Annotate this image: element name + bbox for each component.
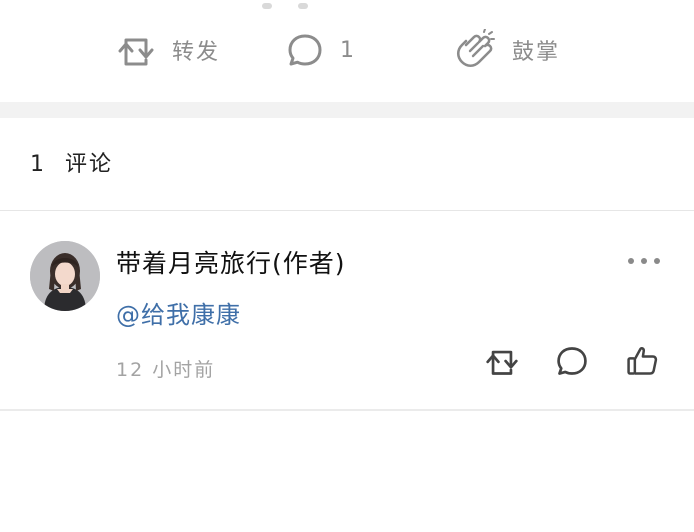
post-action-bar: 转发 1 鼓掌 bbox=[0, 0, 694, 102]
comments-header: 1 评论 bbox=[30, 146, 113, 178]
comment-button[interactable]: 1 bbox=[286, 27, 356, 73]
thumbs-up-icon bbox=[625, 344, 659, 382]
repost-icon bbox=[116, 31, 156, 69]
clap-label: 鼓掌 bbox=[512, 40, 561, 65]
dot bbox=[641, 258, 647, 264]
dot bbox=[628, 258, 634, 264]
comment-bubble-icon bbox=[286, 31, 324, 69]
clap-button[interactable]: 鼓掌 bbox=[454, 27, 560, 73]
repost-label: 转发 bbox=[172, 40, 221, 65]
comment-author[interactable]: 带着月亮旅行(作者) bbox=[116, 244, 346, 280]
dot bbox=[654, 258, 660, 264]
comment-repost-button[interactable] bbox=[484, 345, 520, 381]
comment-mention-link[interactable]: @给我康康 bbox=[116, 295, 241, 330]
comment-count: 1 bbox=[340, 37, 356, 63]
comment-like-button[interactable] bbox=[624, 345, 660, 381]
comment-timestamp: 12 小时前 bbox=[116, 359, 216, 381]
repost-button[interactable]: 转发 bbox=[116, 27, 220, 73]
repost-icon bbox=[484, 344, 520, 382]
comment-reply-button[interactable] bbox=[554, 345, 590, 381]
comment-bubble-icon bbox=[555, 344, 589, 382]
divider bbox=[0, 409, 694, 411]
comment-page: 转发 1 鼓掌 1 评论 带着月亮旅行(作者) @给我康康 12 小时前 bbox=[0, 0, 694, 532]
comment-item: 带着月亮旅行(作者) @给我康康 12 小时前 bbox=[0, 211, 694, 409]
comments-count: 1 bbox=[30, 152, 46, 177]
avatar[interactable] bbox=[30, 241, 100, 311]
more-options-button[interactable] bbox=[628, 249, 660, 273]
clapping-hands-icon bbox=[454, 29, 496, 71]
comments-label: 评论 bbox=[65, 152, 114, 177]
section-separator bbox=[0, 102, 694, 118]
